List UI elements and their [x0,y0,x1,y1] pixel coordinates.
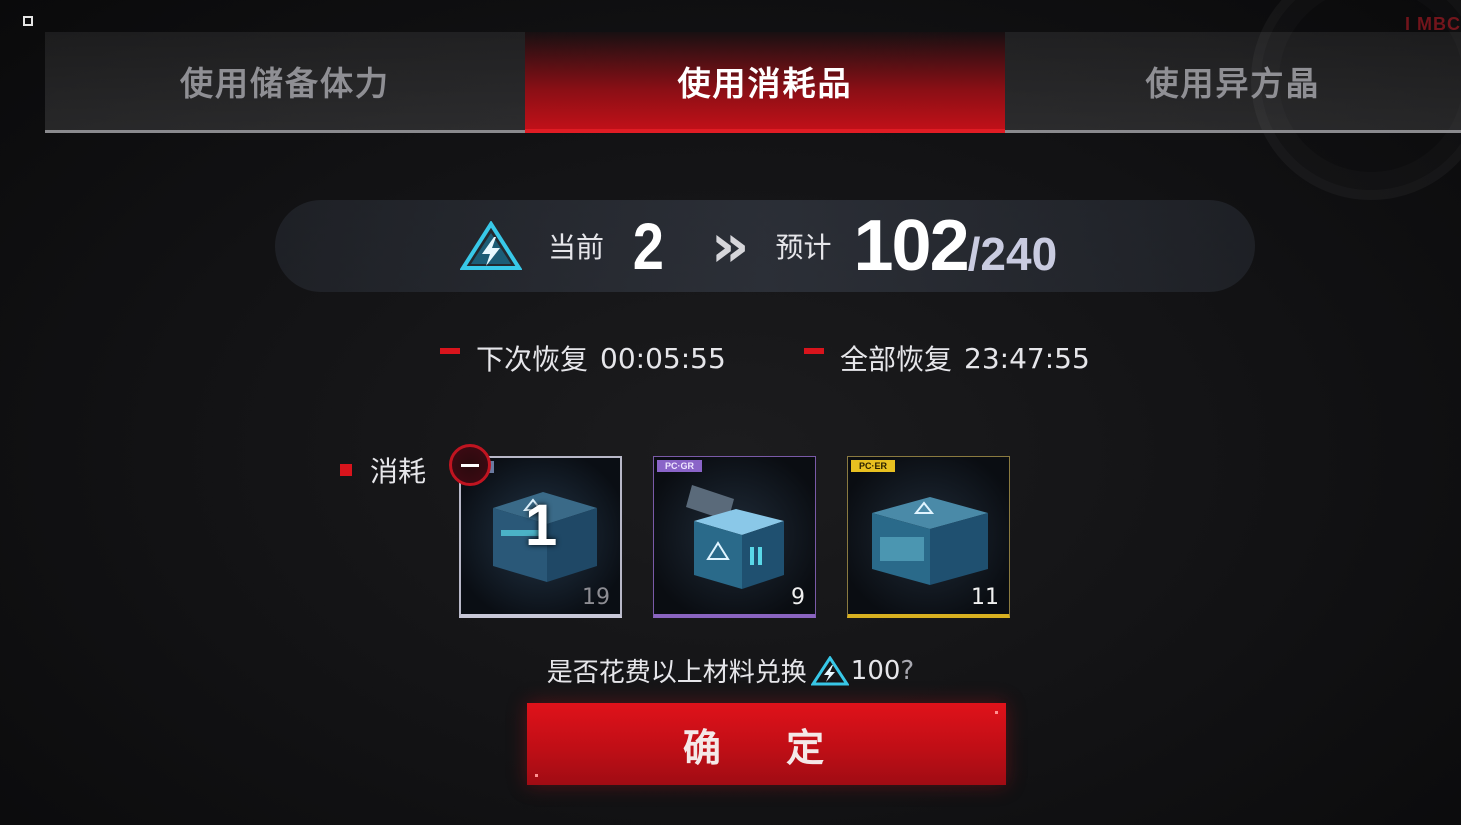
tab-reserve-stamina[interactable]: 使用储备体力 [45,32,525,133]
decrease-button[interactable] [449,444,491,486]
confirm-button[interactable]: 确 定 [527,703,1006,785]
open-supply-crate-icon [686,485,784,589]
selected-quantity: 1 [525,493,558,558]
red-dash-marker [804,348,824,354]
stamina-triangle-icon [810,655,849,685]
question-suffix: ? [900,655,915,686]
tab-consumables[interactable]: 使用消耗品 [525,32,1005,133]
next-recovery-time: 00:05:55 [600,341,726,375]
stamina-readout: 当前 2 » 预计 102 /240 [460,200,1057,292]
estimate-label: 预计 [775,231,832,264]
consume-label: 消耗 [370,455,427,488]
tab-oroberyl[interactable]: 使用异方晶 [1005,32,1461,133]
red-dash-marker [440,348,460,354]
question-amount: 100 [850,655,901,686]
full-recovery: 全部恢复 23:47:55 [804,338,1090,378]
current-value: 2 [632,209,664,283]
full-recovery-label: 全部恢复 [840,343,953,376]
consumable-item-pc-er[interactable]: PC·ER 11 [847,456,1010,618]
full-recovery-time: 23:47:55 [964,341,1090,375]
item-owned-count: 19 [582,585,610,610]
stamina-triangle-icon [460,221,522,270]
question-prefix: 是否花费以上材料兑换 [546,658,807,688]
double-chevron-icon: » [710,211,750,281]
minus-icon [461,463,479,467]
large-supply-crate-icon [872,497,988,585]
current-label: 当前 [548,231,605,264]
red-square-marker [340,464,352,476]
next-recovery-label: 下次恢复 [476,343,589,376]
estimate-value: 102 [853,206,970,286]
stamina-max: /240 [967,228,1058,280]
window-corner-marker [23,16,33,26]
exchange-question: 是否花费以上材料兑换 100 ? [0,652,1461,689]
tab-bar: 使用储备体力 使用消耗品 使用异方晶 [45,32,1461,133]
item-owned-count: 9 [791,585,805,610]
consumable-item-pc-gr[interactable]: PC·GR 9 [653,456,816,618]
consume-section-label: 消耗 [340,450,426,490]
rarity-tag: PC·ER [851,460,896,472]
rarity-tag: PC·GR [657,460,702,472]
next-recovery: 下次恢复 00:05:55 [440,338,726,378]
item-owned-count: 11 [971,585,999,610]
